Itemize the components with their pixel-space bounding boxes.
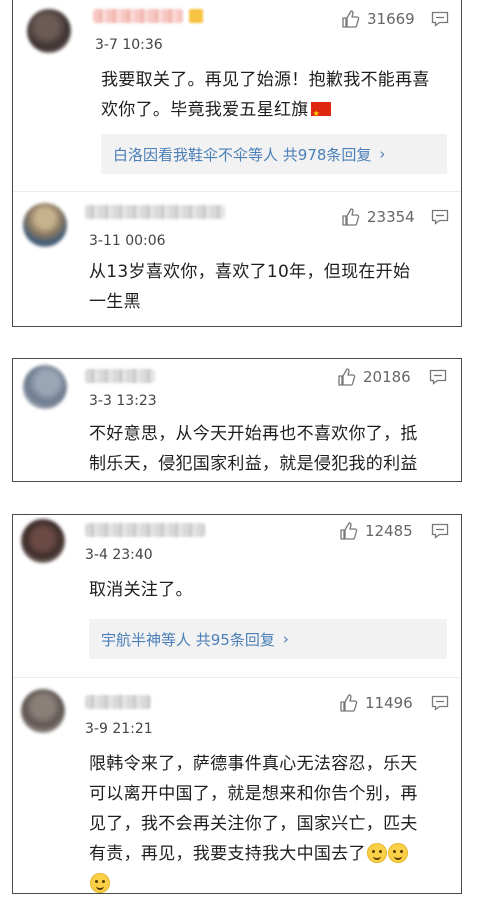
comment-text-line: 不好意思，从今天开始再也不喜欢你了，抵 <box>89 424 418 444</box>
comment-text-line-with-emoji: 有责，再见，我要支持我大中国去了 <box>89 839 449 869</box>
like-count: 20186 <box>363 368 411 386</box>
reply-summary-text: 宇航半神等人 共95条回复 <box>101 630 275 649</box>
comment-reply-icon[interactable] <box>429 369 447 389</box>
comment-text: 限韩令来了，萨德事件真心无法容忍，乐天 可以离开中国了，就是想来和你告个别，再 … <box>89 749 449 899</box>
avatar[interactable] <box>21 689 65 733</box>
comment-card: 3-7 10:36 31669 我要取关了。再见了始源！抱歉我不能再喜 欢你了。… <box>12 0 462 327</box>
comment-text-line: 一生黑 <box>89 292 141 312</box>
comment-text: 我要取关了。再见了始源！抱歉我不能再喜 欢你了。毕竟我爱五星红旗 <box>101 65 449 129</box>
smile-emoji-icon <box>90 873 110 893</box>
comment-reply-icon[interactable] <box>431 695 449 715</box>
chevron-right-icon: › <box>379 145 386 163</box>
chevron-right-icon: › <box>282 630 289 648</box>
avatar[interactable] <box>21 519 65 563</box>
username[interactable] <box>93 9 183 23</box>
avatar[interactable] <box>27 9 71 53</box>
comment-text-line: 有责，再见，我要支持我大中国去了 <box>89 844 366 864</box>
comment-time: 3-9 21:21 <box>85 721 153 737</box>
like-count: 12485 <box>365 522 413 540</box>
comment-text-line: 见了，我不会再关注你了，国家兴亡，匹夫 <box>89 814 418 834</box>
comment-reply-icon[interactable] <box>431 209 449 229</box>
comment-text: 不好意思，从今天开始再也不喜欢你了，抵 制乐天，侵犯国家利益，就是侵犯我的利益 <box>89 419 449 479</box>
like-count: 23354 <box>367 208 415 226</box>
vip-badge-icon <box>189 9 203 23</box>
avatar[interactable] <box>23 365 67 409</box>
like-button[interactable]: 23354 <box>341 207 415 227</box>
like-button[interactable]: 20186 <box>337 367 411 387</box>
divider <box>13 191 461 192</box>
comment-text-line: 限韩令来了，萨德事件真心无法容忍，乐天 <box>89 754 418 774</box>
comment-time: 3-11 00:06 <box>89 233 166 249</box>
comment-time: 3-3 13:23 <box>89 393 157 409</box>
reply-summary[interactable]: 宇航半神等人 共95条回复 › <box>89 619 447 659</box>
comment-emoji-line <box>89 869 449 899</box>
username[interactable] <box>85 695 151 709</box>
avatar[interactable] <box>23 203 67 247</box>
username[interactable] <box>85 205 225 219</box>
like-button[interactable]: 11496 <box>339 693 413 713</box>
thumbs-up-icon <box>337 367 357 387</box>
thumbs-up-icon <box>341 207 361 227</box>
reply-summary-text: 白洛因看我鞋伞不伞等人 共978条回复 <box>113 145 372 164</box>
thumbs-up-icon <box>341 9 361 29</box>
thumbs-up-icon <box>339 693 359 713</box>
username[interactable] <box>85 369 155 383</box>
comment-text-line: 制乐天，侵犯国家利益，就是侵犯我的利益 <box>89 454 418 474</box>
comment-card: 3-3 13:23 20186 不好意思，从今天开始再也不喜欢你了，抵 制乐天，… <box>12 358 462 482</box>
smile-emoji-icon <box>387 843 408 863</box>
comment-text-line: 我要取关了。再见了始源！抱歉我不能再喜 <box>101 70 430 90</box>
comment-text: 从13岁喜欢你，喜欢了10年，但现在开始 一生黑 <box>89 257 449 317</box>
china-flag-icon <box>310 99 331 129</box>
comment-text-line: 从13岁喜欢你，喜欢了10年，但现在开始 <box>89 262 411 282</box>
like-button[interactable]: 12485 <box>339 521 413 541</box>
comment-reply-icon[interactable] <box>431 11 449 31</box>
reply-summary[interactable]: 白洛因看我鞋伞不伞等人 共978条回复 › <box>101 134 447 174</box>
like-button[interactable]: 31669 <box>341 9 415 29</box>
divider <box>13 677 461 678</box>
comment-text: 取消关注了。 <box>89 575 449 605</box>
comment-text-line: 可以离开中国了，就是想来和你告个别，再 <box>89 784 418 804</box>
username[interactable] <box>85 523 205 537</box>
comment-reply-icon[interactable] <box>431 523 449 543</box>
comment-time: 3-4 23:40 <box>85 547 153 563</box>
like-count: 31669 <box>367 10 415 28</box>
comment-text-line: 取消关注了。 <box>89 580 193 600</box>
comment-text-line-with-flag: 欢你了。毕竟我爱五星红旗 <box>101 95 449 129</box>
comment-time: 3-7 10:36 <box>95 37 163 53</box>
comment-card: 3-4 23:40 12485 取消关注了。 宇航半神等人 共95条回复 › 3… <box>12 514 462 894</box>
smile-emoji-icon <box>366 843 387 863</box>
like-count: 11496 <box>365 694 413 712</box>
thumbs-up-icon <box>339 521 359 541</box>
comment-text-line: 欢你了。毕竟我爱五星红旗 <box>101 100 309 120</box>
